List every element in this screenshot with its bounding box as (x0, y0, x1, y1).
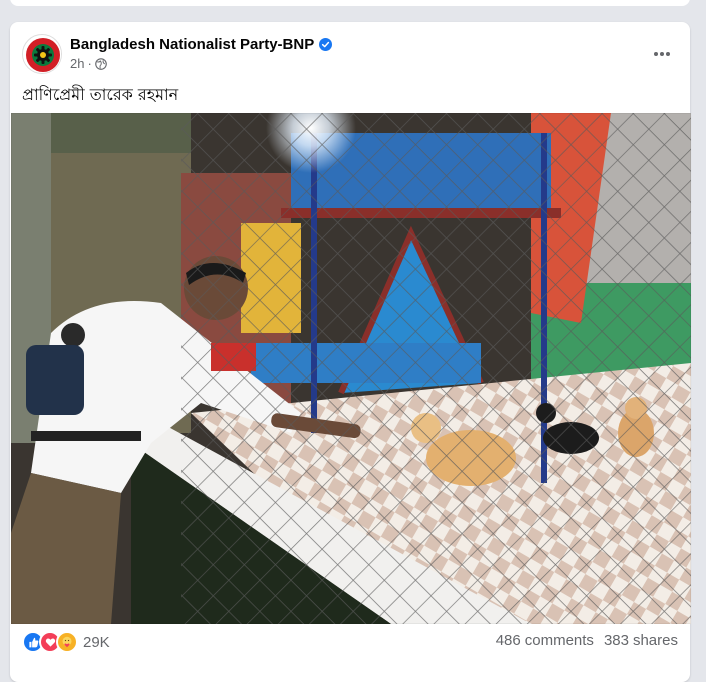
shares-link[interactable]: 383 shares (604, 632, 678, 649)
post-timestamp[interactable]: 2h (70, 56, 84, 71)
page-avatar[interactable] (22, 34, 62, 74)
comments-count: 486 (495, 632, 521, 649)
bnp-logo-icon (23, 35, 61, 73)
post-meta: 2h · (70, 56, 107, 71)
page-name[interactable]: Bangladesh Nationalist Party-BNP (70, 36, 314, 53)
shares-label: shares (632, 632, 678, 649)
shares-count: 383 (603, 632, 629, 649)
globe-icon (95, 57, 107, 70)
ellipsis-icon (654, 52, 670, 56)
meta-separator: · (87, 56, 92, 71)
reaction-summary[interactable]: 29K (22, 631, 110, 653)
post-caption: প্রাণিপ্রেমী তারেক রহমান (22, 85, 179, 104)
comments-link[interactable]: 486 comments (496, 632, 594, 649)
photo-illustration (11, 113, 691, 624)
comments-label: comments (524, 632, 594, 649)
post-header: Bangladesh Nationalist Party-BNP 2h · (22, 34, 678, 74)
engagement-stats: 486 comments 383 shares (496, 632, 678, 649)
post-card: Bangladesh Nationalist Party-BNP 2h · প্… (10, 22, 691, 682)
previous-post-card (10, 0, 690, 6)
care-icon (56, 631, 78, 653)
more-options-button[interactable] (646, 38, 678, 70)
verified-badge-icon (319, 38, 333, 51)
reaction-count: 29K (83, 633, 110, 651)
page-name-row: Bangladesh Nationalist Party-BNP (70, 36, 333, 53)
post-footer: 29K 486 comments 383 shares (22, 628, 678, 654)
post-photo[interactable] (11, 113, 691, 624)
